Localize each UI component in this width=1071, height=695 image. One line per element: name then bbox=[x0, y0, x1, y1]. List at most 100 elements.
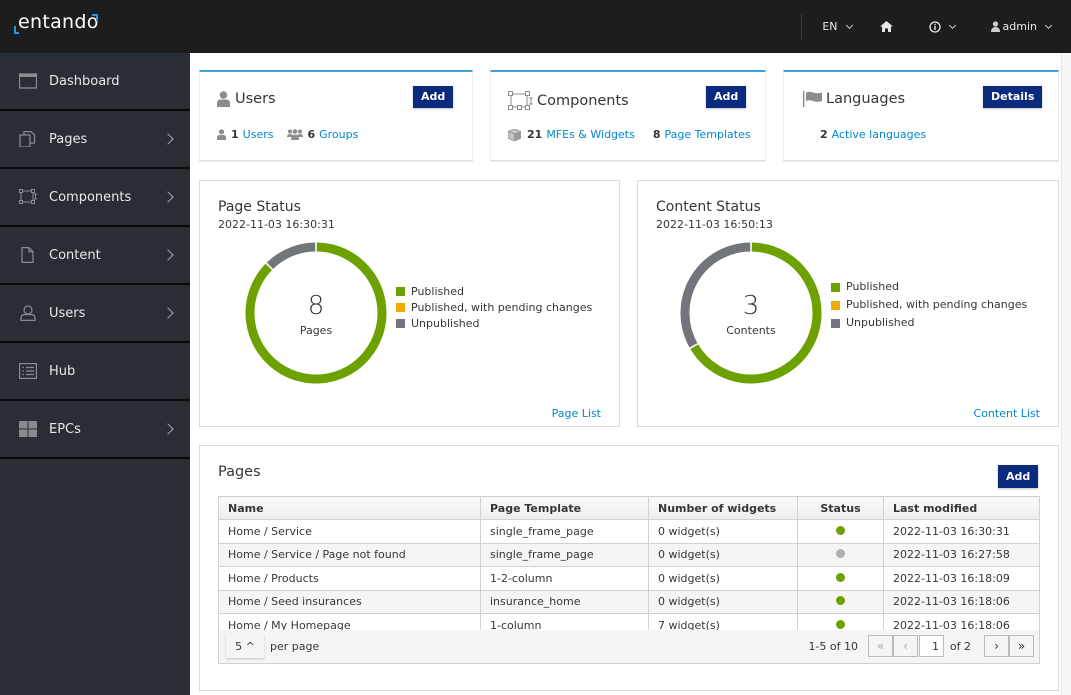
column-header-last-modified[interactable]: Last modified bbox=[883, 496, 1040, 520]
main-content: Users Add 1 Users 6 Groups Components Ad… bbox=[190, 53, 1071, 695]
add-page-button[interactable]: Add bbox=[998, 465, 1039, 488]
content-list-link[interactable]: Content List bbox=[974, 407, 1040, 420]
legend-swatch-unpublished bbox=[396, 318, 405, 328]
previous-page-button[interactable]: ‹ bbox=[893, 635, 918, 657]
sidebar-item-dashboard[interactable]: Dashboard bbox=[0, 53, 190, 111]
page-status-card: Page Status 2022-11-03 16:30:31 8 Pages … bbox=[199, 180, 620, 427]
legend-label: Unpublished bbox=[411, 316, 480, 330]
status-cell bbox=[797, 542, 884, 567]
languages-details-button[interactable]: Details bbox=[983, 86, 1043, 108]
column-header-template[interactable]: Page Template bbox=[480, 496, 649, 520]
page-status-total: 8 bbox=[307, 291, 325, 321]
page-list-link[interactable]: Page List bbox=[552, 407, 601, 420]
user-dropdown[interactable]: admin bbox=[981, 0, 1071, 53]
legend-item-unpublished: Unpublished bbox=[831, 314, 1027, 332]
donut-segment-unpublished[interactable] bbox=[266, 242, 316, 270]
content-status-total-label: Contents bbox=[726, 324, 776, 337]
groups-link[interactable]: Groups bbox=[319, 128, 358, 141]
sidebar-label: Dashboard bbox=[49, 73, 120, 89]
logo-text: entando bbox=[18, 11, 99, 33]
legend-label: Published, with pending changes bbox=[846, 298, 1028, 311]
widgets-count-cell: 0 widget(s) bbox=[648, 589, 798, 614]
epcs-icon bbox=[19, 421, 37, 437]
content-status-date: 2022-11-03 16:50:13 bbox=[656, 218, 773, 231]
sidebar-item-components[interactable]: Components bbox=[0, 169, 190, 227]
sidebar-item-hub[interactable]: Hub bbox=[0, 343, 190, 401]
current-page-input[interactable] bbox=[919, 635, 944, 657]
legend-swatch-pending bbox=[396, 302, 405, 312]
page-template-cell: single_frame_page bbox=[480, 519, 649, 544]
components-icon bbox=[19, 189, 37, 204]
legend-item-pending: Published, with pending changes bbox=[831, 296, 1027, 314]
widgets-count-cell: 0 widget(s) bbox=[648, 542, 798, 567]
vertical-scrollbar[interactable] bbox=[1061, 53, 1071, 695]
content-status-total: 3 bbox=[742, 291, 760, 321]
last-modified-cell: 2022-11-03 16:18:09 bbox=[883, 566, 1040, 591]
user-icon bbox=[217, 129, 226, 140]
sidebar-item-content[interactable]: Content bbox=[0, 227, 190, 285]
chevron-right-icon bbox=[162, 191, 174, 203]
groups-count: 6 bbox=[307, 128, 316, 141]
first-page-button[interactable]: « bbox=[868, 635, 893, 657]
user-icon bbox=[990, 21, 1000, 32]
user-icon bbox=[217, 91, 230, 107]
page-status-total-label: Pages bbox=[299, 324, 333, 337]
chevron-down-icon bbox=[845, 21, 853, 29]
hub-icon bbox=[19, 363, 37, 379]
legend-item-unpublished: Unpublished bbox=[396, 315, 592, 331]
languages-stats: 2 Active languages bbox=[820, 128, 926, 141]
top-nav-menu: EN admin bbox=[801, 0, 1071, 53]
table-row[interactable]: Home / Products 1-2-column 0 widget(s) 2022… bbox=[218, 566, 1040, 591]
templates-count: 8 bbox=[652, 128, 661, 141]
table-row[interactable]: Home / Service / Page not found single_fr… bbox=[218, 542, 1040, 567]
last-page-button[interactable]: » bbox=[1009, 635, 1034, 657]
last-modified-cell: 2022-11-03 16:18:06 bbox=[883, 589, 1040, 614]
user-icon bbox=[20, 305, 36, 321]
page-status-donut: 8 Pages bbox=[244, 241, 388, 385]
table-row[interactable]: Home / Seed insurances insurance_home 0 wi… bbox=[218, 589, 1040, 614]
column-header-name[interactable]: Name bbox=[218, 496, 481, 520]
column-header-status[interactable]: Status bbox=[797, 496, 884, 520]
components-icon bbox=[508, 91, 533, 110]
page-template-cell: 1-2-column bbox=[480, 566, 649, 591]
languages-card-title: Languages bbox=[803, 91, 905, 107]
table-row[interactable]: Home / Service single_frame_page 0 widget(… bbox=[218, 519, 1040, 544]
chevron-right-icon bbox=[162, 307, 174, 319]
info-dropdown[interactable] bbox=[919, 0, 981, 53]
next-page-button[interactable]: › bbox=[984, 635, 1009, 657]
users-link[interactable]: Users bbox=[243, 128, 274, 141]
chevron-right-icon bbox=[162, 249, 174, 261]
sidebar-item-users[interactable]: Users bbox=[0, 285, 190, 343]
language-label: EN bbox=[822, 20, 838, 33]
sidebar-item-pages[interactable]: Pages bbox=[0, 111, 190, 169]
legend-label: Unpublished bbox=[846, 316, 915, 329]
add-user-button[interactable]: Add bbox=[413, 86, 454, 108]
page-templates-link[interactable]: Page Templates bbox=[665, 128, 751, 141]
widgets-count-cell: 0 widget(s) bbox=[648, 566, 798, 591]
sidebar-label: Components bbox=[49, 189, 132, 205]
pages-card: Pages Add Name Page Template Number of w… bbox=[199, 445, 1059, 691]
page-status-title: Page Status bbox=[218, 199, 301, 215]
language-dropdown[interactable]: EN bbox=[812, 0, 869, 53]
legend-swatch-pending bbox=[831, 300, 840, 310]
pages-icon bbox=[19, 131, 36, 147]
home-button[interactable] bbox=[870, 0, 919, 53]
last-modified-cell: 2022-11-03 16:27:58 bbox=[883, 542, 1040, 567]
add-component-button[interactable]: Add bbox=[706, 86, 747, 108]
sidebar-item-epcs[interactable]: EPCs bbox=[0, 401, 190, 459]
card-title-text: Languages bbox=[826, 91, 906, 107]
sidebar-label: Users bbox=[49, 305, 86, 321]
status-dot-published bbox=[836, 596, 845, 606]
status-cell bbox=[797, 566, 884, 591]
column-header-widgets[interactable]: Number of widgets bbox=[648, 496, 798, 520]
sidebar-label: EPCs bbox=[49, 421, 81, 437]
page-status-date: 2022-11-03 16:30:31 bbox=[218, 218, 335, 231]
legend-swatch-unpublished bbox=[831, 318, 840, 328]
mfes-widgets-link[interactable]: MFEs & Widgets bbox=[546, 128, 635, 141]
active-languages-link[interactable]: Active languages bbox=[832, 128, 926, 141]
per-page-dropdown[interactable]: 5 ^ bbox=[226, 635, 264, 658]
status-dot-published bbox=[836, 572, 845, 582]
users-count: 1 bbox=[231, 128, 239, 141]
chevron-down-icon bbox=[1044, 21, 1053, 29]
page-name-cell: Home / Service bbox=[218, 519, 481, 544]
